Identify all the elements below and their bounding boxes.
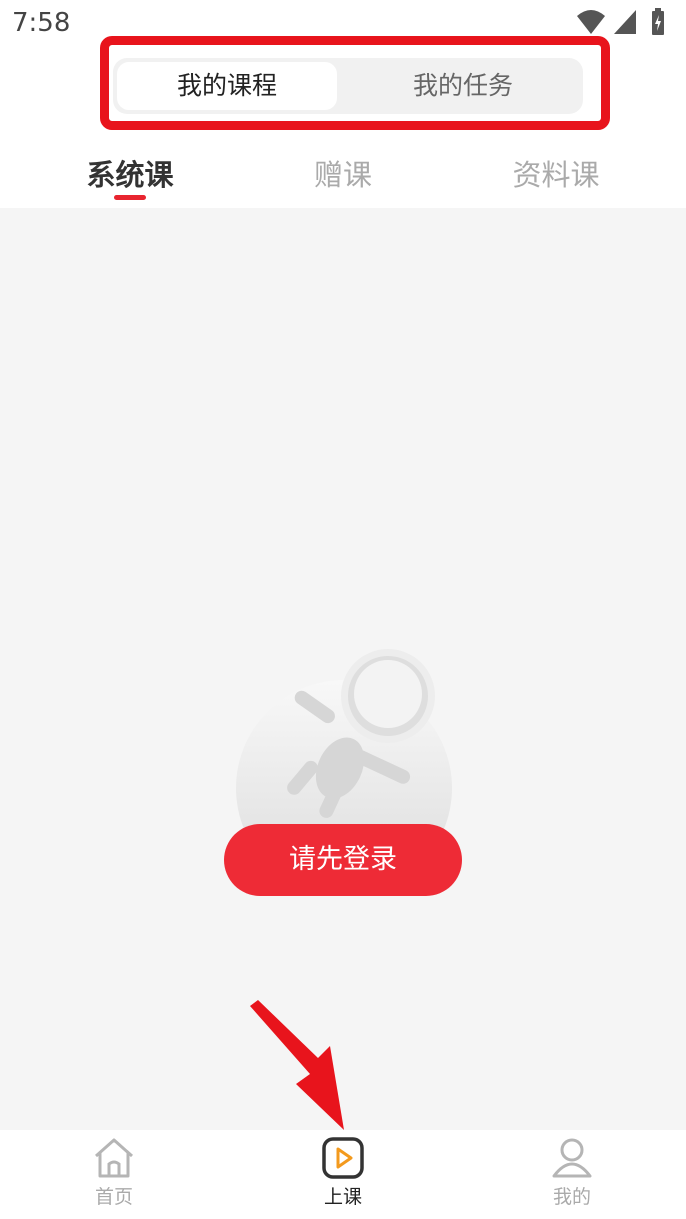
highlight-box (100, 36, 610, 130)
nav-mine-label: 我的 (552, 1186, 591, 1208)
login-button[interactable]: 请先登录 (224, 824, 462, 896)
active-tab-indicator (114, 195, 146, 200)
battery-icon (652, 8, 664, 35)
user-icon (552, 1138, 592, 1178)
nav-class-label: 上课 (323, 1186, 362, 1208)
play-class-icon (322, 1137, 364, 1179)
nav-class[interactable]: 上课 (283, 1136, 403, 1216)
bottom-nav: 首页 上课 我的 (0, 1130, 686, 1219)
signal-icon (614, 10, 636, 34)
pointer-arrow (250, 1000, 344, 1130)
category-tabs: 系统课 赠课 资料课 (0, 140, 686, 208)
tab-material-course[interactable]: 资料课 (476, 152, 636, 194)
empty-state-area (0, 208, 686, 1130)
home-icon (95, 1138, 133, 1178)
nav-home-label: 首页 (94, 1186, 133, 1208)
status-time: 7:58 (12, 8, 71, 38)
wifi-icon (577, 10, 605, 34)
nav-mine[interactable]: 我的 (512, 1136, 632, 1216)
status-icons (576, 8, 676, 38)
tab-system-course[interactable]: 系统课 (50, 152, 210, 194)
tab-gift-course[interactable]: 赠课 (263, 152, 423, 194)
nav-home[interactable]: 首页 (54, 1136, 174, 1216)
